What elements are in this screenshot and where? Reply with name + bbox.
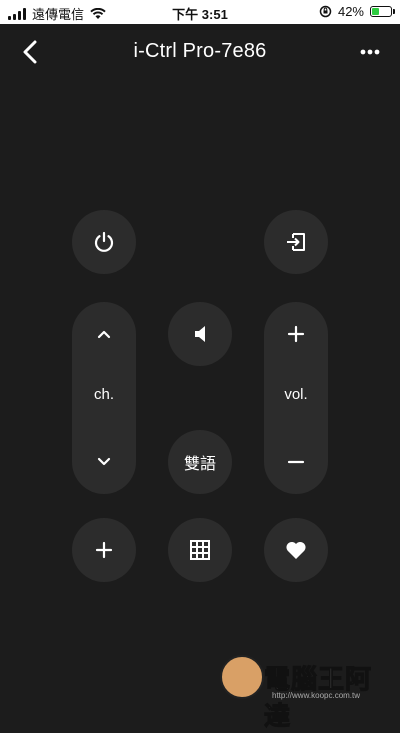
battery-fill <box>372 8 379 15</box>
bilingual-label: 雙語 <box>183 456 216 473</box>
input-source-icon <box>287 233 305 251</box>
channel-label: ch. <box>93 386 114 403</box>
status-bar: 遠傳電信 下午 3:51 42% <box>0 0 400 24</box>
status-right: 42% <box>319 4 395 19</box>
keypad-button[interactable] <box>168 518 232 582</box>
channel-up-button[interactable] <box>72 302 136 366</box>
minus-icon <box>287 460 305 464</box>
power-button[interactable] <box>72 210 136 274</box>
plus-icon <box>287 325 305 343</box>
chevron-up-icon <box>97 330 111 339</box>
add-button[interactable] <box>72 518 136 582</box>
input-source-button[interactable] <box>264 210 328 274</box>
volume-up-button[interactable] <box>264 302 328 366</box>
more-horizontal-icon <box>360 49 380 55</box>
orientation-lock-icon <box>319 5 332 18</box>
more-button[interactable] <box>354 36 386 68</box>
volume-down-button[interactable] <box>264 430 328 494</box>
chevron-down-icon <box>97 457 111 466</box>
heart-icon <box>286 541 306 559</box>
volume-control: vol. <box>264 302 328 494</box>
watermark-url: http://www.koopc.com.tw <box>272 691 361 700</box>
power-icon <box>94 231 114 252</box>
volume-mute-icon <box>195 326 205 342</box>
plus-icon <box>95 541 113 559</box>
mute-button[interactable] <box>168 302 232 366</box>
bilingual-button[interactable]: 雙語 <box>168 430 232 494</box>
page-title: i-Ctrl Pro-7e86 <box>133 40 267 62</box>
grid-icon <box>190 540 210 560</box>
favorite-button[interactable] <box>264 518 328 582</box>
watermark-mascot-icon <box>220 655 264 699</box>
battery-percent: 42% <box>337 4 364 19</box>
channel-down-button[interactable] <box>72 430 136 494</box>
app-header: i-Ctrl Pro-7e86 <box>0 24 400 80</box>
channel-control: ch. <box>72 302 136 494</box>
battery-icon <box>370 6 395 17</box>
watermark: 電腦王阿達 http://www.koopc.com.tw <box>220 655 390 732</box>
volume-label: vol. <box>284 386 308 403</box>
